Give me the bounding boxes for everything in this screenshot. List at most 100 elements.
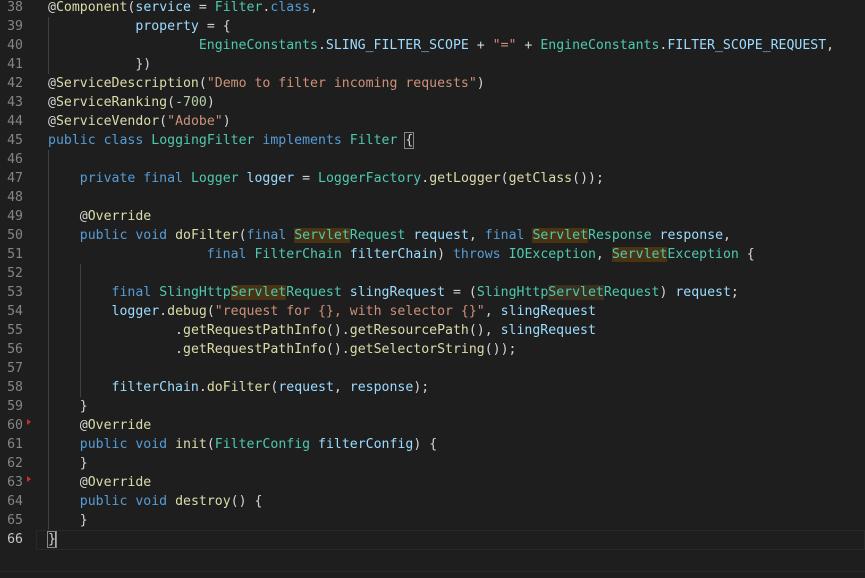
- line-number: 54: [7, 304, 23, 319]
- code-token: getClass: [508, 171, 573, 186]
- code-token: );: [413, 380, 430, 395]
- code-text[interactable]: property = {: [48, 17, 230, 36]
- code-line[interactable]: 62 }: [0, 454, 865, 473]
- code-text[interactable]: EngineConstants.SLING_FILTER_SCOPE + "="…: [48, 36, 834, 55]
- code-editor[interactable]: 38 @Component(service = Filter.class, 39 p…: [0, 0, 865, 578]
- code-line[interactable]: 64 public void destroy() {: [0, 492, 865, 511]
- code-token: response: [349, 380, 414, 395]
- code-line[interactable]: 57: [0, 359, 865, 378]
- code-text[interactable]: @Component(service = Filter.class,: [48, 0, 318, 17]
- code-token: Override: [87, 418, 152, 433]
- code-line[interactable]: 38 @Component(service = Filter.class,: [0, 0, 865, 17]
- code-token: LoggingFilter: [151, 133, 255, 148]
- code-token: Servlet: [532, 228, 589, 243]
- code-line[interactable]: 41 }): [0, 55, 865, 74]
- code-token: ,: [595, 247, 612, 262]
- folding-marker-icon[interactable]: [27, 476, 31, 482]
- code-text[interactable]: @ServiceVendor("Adobe"): [48, 112, 231, 131]
- indent-guide: [48, 150, 49, 169]
- code-text[interactable]: public void init(FilterConfig filterConf…: [48, 435, 437, 454]
- code-text[interactable]: @ServiceRanking(-700): [48, 93, 215, 112]
- code-text[interactable]: public void doFilter(final ServletReques…: [48, 226, 731, 245]
- code-line[interactable]: 46: [0, 150, 865, 169]
- code-text[interactable]: .getRequestPathInfo().getSelectorString(…: [48, 340, 516, 359]
- code-line[interactable]: 56 .getRequestPathInfo().getSelectorStri…: [0, 340, 865, 359]
- code-token: (: [500, 171, 509, 186]
- code-line[interactable]: 61 public void init(FilterConfig filterC…: [0, 435, 865, 454]
- code-line[interactable]: 58 filterChain.doFilter(request, respons…: [0, 378, 865, 397]
- indent-guide: [48, 359, 49, 378]
- code-line[interactable]: 42 @ServiceDescription("Demo to filter in…: [0, 74, 865, 93]
- code-text[interactable]: @Override: [48, 207, 151, 226]
- code-line[interactable]: 52: [0, 264, 865, 283]
- code-token: .: [317, 38, 326, 53]
- code-line[interactable]: 65 }: [0, 511, 865, 530]
- code-line[interactable]: 55 .getRequestPathInfo().getResourcePath…: [0, 321, 865, 340]
- code-text[interactable]: final FilterChain filterChain) throws IO…: [48, 245, 755, 264]
- code-token: request: [413, 228, 469, 243]
- code-token: FILTER_SCOPE_REQUEST: [667, 38, 827, 53]
- code-line[interactable]: 40 EngineConstants.SLING_FILTER_SCOPE + …: [0, 36, 865, 55]
- code-line[interactable]: 53 final SlingHttpServletRequest slingRe…: [0, 283, 865, 302]
- code-line[interactable]: 48: [0, 188, 865, 207]
- code-line[interactable]: 54 logger.debug("request for {}, with se…: [0, 302, 865, 321]
- code-token: LoggerFactory: [318, 171, 422, 186]
- code-text[interactable]: }: [48, 511, 88, 530]
- code-token: request: [675, 285, 731, 300]
- code-text[interactable]: @Override: [48, 473, 151, 492]
- text-cursor: [54, 531, 56, 547]
- code-token: ,: [723, 228, 731, 243]
- code-text[interactable]: public class LoggingFilter implements Fi…: [48, 131, 415, 150]
- line-number: 43: [7, 95, 23, 110]
- code-token: doFilter: [206, 380, 271, 395]
- code-token: Request: [349, 228, 406, 243]
- code-line[interactable]: 45 public class LoggingFilter implements …: [0, 131, 865, 150]
- code-text[interactable]: }: [48, 397, 88, 416]
- code-token: .: [198, 380, 207, 395]
- code-token: getResourcePath: [349, 323, 469, 338]
- code-text[interactable]: filterChain.doFilter(request, response);: [48, 378, 430, 397]
- code-line[interactable]: 39 property = {: [0, 17, 865, 36]
- code-text[interactable]: @Override: [48, 416, 151, 435]
- code-token: @: [79, 418, 88, 433]
- code-text[interactable]: }: [48, 454, 88, 473]
- code-text[interactable]: public void destroy() {: [48, 492, 263, 511]
- code-line[interactable]: 60 @Override: [0, 416, 865, 435]
- line-number: 63: [7, 475, 23, 490]
- code-text[interactable]: @ServiceDescription("Demo to filter inco…: [48, 74, 485, 93]
- code-text[interactable]: .getRequestPathInfo().getResourcePath(),…: [48, 321, 596, 340]
- code-line[interactable]: 44 @ServiceVendor("Adobe"): [0, 112, 865, 131]
- code-token: filterConfig: [318, 437, 414, 452]
- line-number: 66: [7, 532, 23, 547]
- code-token: logger: [246, 171, 295, 186]
- code-text[interactable]: }: [47, 530, 57, 549]
- code-token: =: [190, 0, 215, 15]
- code-line[interactable]: 43 @ServiceRanking(-700): [0, 93, 865, 112]
- code-token: (),: [468, 323, 501, 338]
- code-text[interactable]: }): [48, 55, 151, 74]
- horizontal-scrollbar[interactable]: [0, 571, 865, 578]
- code-line[interactable]: 50 public void doFilter(final ServletReq…: [0, 226, 865, 245]
- code-text[interactable]: private final Logger logger = LoggerFact…: [48, 169, 604, 188]
- code-text[interactable]: final SlingHttpServletRequest slingReque…: [48, 283, 739, 302]
- code-token: }: [48, 399, 88, 414]
- code-token: Filter: [349, 133, 398, 148]
- code-token: .: [159, 304, 168, 319]
- code-line[interactable]: 63 @Override: [0, 473, 865, 492]
- code-line[interactable]: 49 @Override: [0, 207, 865, 226]
- line-number: 46: [7, 152, 23, 167]
- code-line[interactable]: 47 private final Logger logger = LoggerF…: [0, 169, 865, 188]
- code-line[interactable]: 66}: [0, 530, 865, 550]
- folding-marker-icon[interactable]: [27, 419, 31, 425]
- code-token: getSelectorString: [349, 342, 485, 357]
- code-line[interactable]: 51 final FilterChain filterChain) throws…: [0, 245, 865, 264]
- code-text[interactable]: logger.debug("request for {}, with selec…: [48, 302, 596, 321]
- code-line[interactable]: 59 }: [0, 397, 865, 416]
